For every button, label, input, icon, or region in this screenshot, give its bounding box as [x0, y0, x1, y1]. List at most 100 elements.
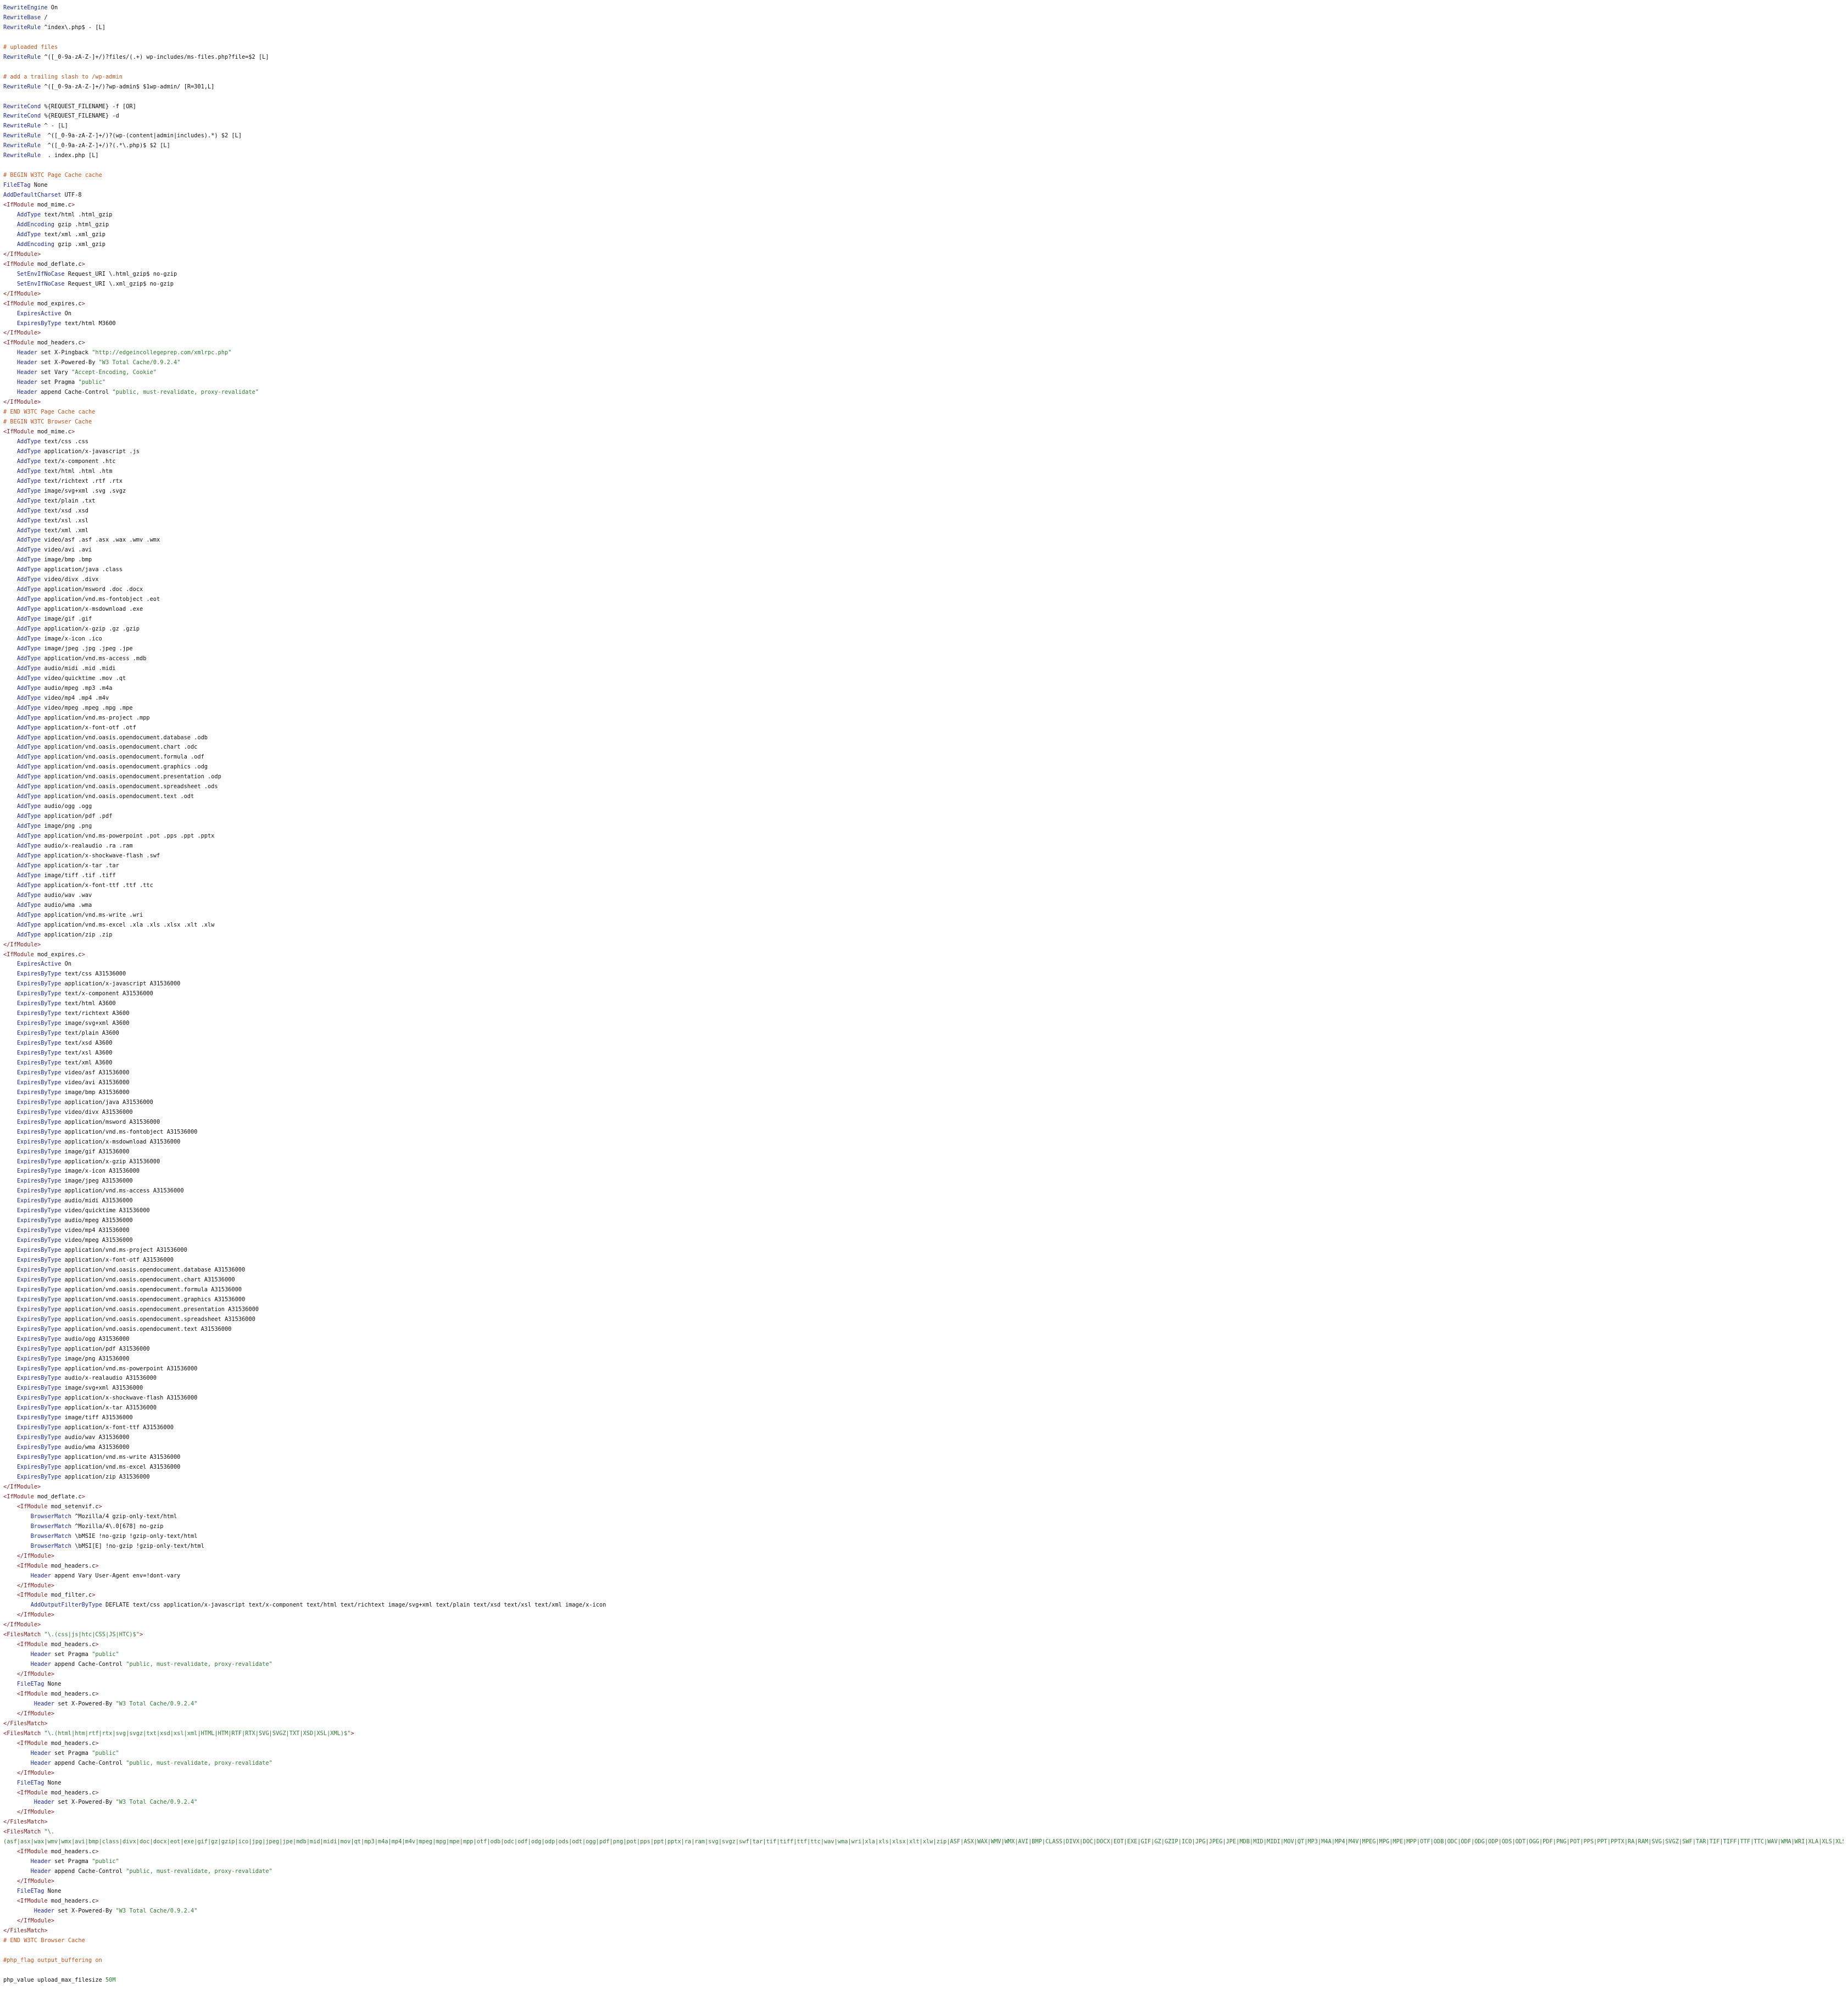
code-token-pl: On [61, 961, 72, 968]
code-token-kw: ExpiresByType [16, 1020, 62, 1027]
code-token-kw: AddType [16, 754, 41, 761]
code-line: AddType application/vnd.ms-fontobject .e… [3, 595, 1844, 605]
code-line: # END W3TC Page Cache cache [3, 408, 1844, 417]
code-line: Header set X-Powered-By "W3 Total Cache/… [3, 1798, 1844, 1808]
code-token-kw: ExpiresByType [16, 1247, 62, 1254]
code-token-pl: mod_headers.c [47, 1641, 96, 1648]
code-line: AddType application/vnd.oasis.opendocume… [3, 772, 1844, 782]
code-token-kw: AddType [16, 586, 41, 593]
code-token-pl: audio/midi A31536000 [61, 1197, 133, 1205]
code-line: RewriteRule . index.php [L] [3, 151, 1844, 161]
code-token-pl: On [61, 310, 72, 317]
code-token-tag: </IfModule> [16, 1612, 55, 1619]
code-line: </IfModule> [3, 398, 1844, 408]
code-token-pl: application/x-msdownload A31536000 [61, 1138, 181, 1145]
code-token-pl: text/xml .xml_gzip [41, 231, 106, 238]
code-token-pl: set Pragma [51, 1651, 92, 1658]
code-line: <IfModule mod_headers.c> [3, 1640, 1844, 1650]
code-token-pl: text/html .html .htm [41, 467, 113, 475]
code-token-pl: audio/x-realaudio .ra .ram [41, 843, 133, 850]
code-token-tag: <IfModule [3, 260, 34, 267]
code-line: ExpiresByType video/avi A31536000 [3, 1078, 1844, 1088]
code-token-str: "W3 Total Cache/0.9.2.4" [115, 1700, 198, 1707]
code-token-pl: video/divx .divx [41, 576, 99, 583]
code-token-pl: application/vnd.oasis.opendocument.graph… [41, 763, 208, 771]
code-token-kw: AddType [16, 477, 41, 484]
code-line: </IfModule> [3, 1769, 1844, 1778]
code-token-pl: video/mpeg A31536000 [61, 1237, 133, 1244]
code-line: ​ [3, 92, 1844, 102]
code-token-str: "\. [44, 1828, 55, 1836]
code-line: </IfModule> [3, 250, 1844, 260]
htaccess-code-view: RewriteEngine On RewriteBase / RewriteRule… [3, 3, 1844, 1992]
code-token-kw: AddType [16, 596, 41, 603]
code-line: ExpiresByType application/vnd.ms-powerpo… [3, 1364, 1844, 1374]
code-token-pl: text/html M3600 [61, 320, 116, 327]
code-token-kw: ExpiresByType [16, 1187, 62, 1195]
code-line: ExpiresByType video/asf A31536000 [3, 1068, 1844, 1078]
code-token-str: "Accept-Encoding, Cookie" [71, 369, 157, 376]
code-token-pl: text/xsl .xsl [41, 517, 89, 524]
code-token-kw: ExpiresByType [16, 1217, 62, 1224]
code-token-tag: <FilesMatch [3, 1631, 41, 1638]
code-line: </IfModule> [3, 940, 1844, 950]
code-token-pl: mod_deflate.c [34, 1493, 82, 1500]
code-token-kw: ExpiresByType [16, 1257, 62, 1264]
code-line: </FilesMatch> [3, 1926, 1844, 1936]
code-token-pl: set X-Powered-By [54, 1700, 116, 1707]
code-token-pl: application/vnd.oasis.opendocument.formu… [61, 1286, 242, 1293]
code-token-kw: ExpiresByType [16, 1010, 62, 1017]
code-line: AddType application/vnd.ms-powerpoint .p… [3, 832, 1844, 841]
code-token-kw: ExpiresByType [16, 1335, 62, 1342]
code-token-kw: AddType [16, 576, 41, 583]
code-line: AddType audio/mpeg .mp3 .m4a [3, 684, 1844, 694]
code-token-kw: BrowserMatch [30, 1542, 72, 1549]
code-token-kw: ExpiresByType [16, 1237, 62, 1244]
code-token-pl: application/x-tar A31536000 [61, 1404, 157, 1412]
code-token-kw: ExpiresByType [16, 1030, 62, 1037]
code-line: <FilesMatch "\.(html|htm|rtf|rtx|svg|svg… [3, 1729, 1844, 1739]
code-token-pl: \bMSI[E] !no-gzip !gzip-only-text/html [71, 1542, 204, 1549]
code-line: AddType text/xml .xml [3, 526, 1844, 536]
code-token-pl: audio/ogg .ogg [41, 803, 92, 810]
code-token-kw: ExpiresByType [16, 1296, 62, 1303]
code-token-tag: <IfModule [16, 1848, 48, 1855]
code-line: ExpiresByType application/vnd.oasis.open… [3, 1325, 1844, 1335]
code-line: </IfModule> [3, 328, 1844, 338]
code-line: Header set Vary "Accept-Encoding, Cookie… [3, 368, 1844, 378]
code-token-str: "W3 Total Cache/0.9.2.4" [115, 1799, 198, 1806]
code-token-kw: RewriteEngine [3, 4, 48, 11]
code-line: </IfModule> [3, 1877, 1844, 1887]
code-token-tag: </IfModule> [16, 1878, 55, 1885]
code-token-kw: ExpiresByType [16, 1395, 62, 1402]
code-token-kw: AddType [16, 674, 41, 682]
code-token-cm: # add a trailing slash to /wp-admin [3, 73, 123, 80]
code-token-kw: RewriteCond [3, 103, 41, 110]
code-token-pl: application/vnd.ms-fontobject .eot [41, 596, 160, 603]
code-line: <IfModule mod_headers.c> [3, 1690, 1844, 1699]
code-token-tag: </FilesMatch> [3, 1720, 48, 1727]
code-line: ExpiresByType application/zip A31536000 [3, 1473, 1844, 1482]
code-token-tag: > [95, 1848, 99, 1855]
code-token-kw: AddType [16, 833, 41, 840]
code-token-kw: ExpiresByType [16, 1059, 62, 1066]
